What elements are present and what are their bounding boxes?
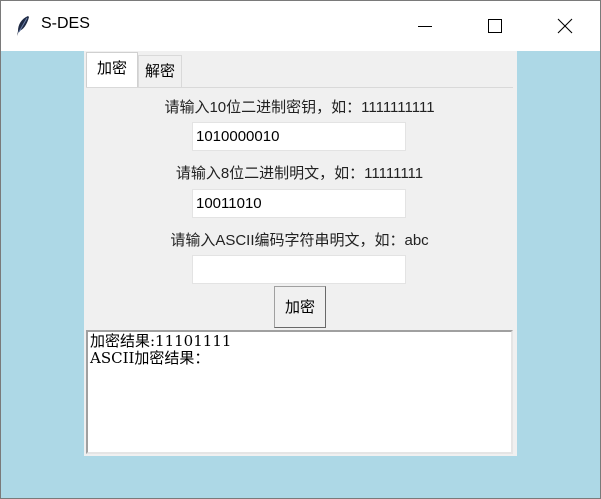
key-input[interactable]: 1010000010 xyxy=(192,122,406,151)
key-label: 请输入10位二进制密钥，如：1111111111 xyxy=(164,99,435,116)
window-title: S-DES xyxy=(41,15,90,32)
close-button[interactable] xyxy=(530,1,600,51)
plaintext-input[interactable]: 10011010 xyxy=(192,189,406,218)
result-line: 加密结果:11101111 xyxy=(90,332,232,350)
result-textbox[interactable]: 加密结果:11101111 ASCII加密结果： xyxy=(86,330,513,454)
tab-decrypt[interactable]: 解密 xyxy=(138,55,182,87)
maximize-icon xyxy=(488,19,502,33)
minimize-icon xyxy=(418,26,432,27)
title-bar[interactable]: S-DES xyxy=(1,1,600,51)
ascii-result-line: ASCII加密结果： xyxy=(90,349,210,367)
minimize-button[interactable] xyxy=(390,1,460,51)
ascii-input[interactable] xyxy=(192,255,406,284)
app-window: S-DES 解密 加密 请输入10位二进制密钥，如：1111111111 101… xyxy=(0,0,601,499)
encrypt-tab-content: 请输入10位二进制密钥，如：1111111111 1010000010 请输入8… xyxy=(86,87,513,328)
encrypt-button[interactable]: 加密 xyxy=(274,286,326,328)
maximize-button[interactable] xyxy=(460,1,530,51)
plaintext-label: 请输入8位二进制明文，如：11111111 xyxy=(175,165,424,182)
notebook: 解密 加密 请输入10位二进制密钥，如：1111111111 101000001… xyxy=(84,51,517,456)
tab-encrypt[interactable]: 加密 xyxy=(86,52,138,88)
ascii-label: 请输入ASCII编码字符串明文，如：abc xyxy=(170,232,429,249)
feather-icon xyxy=(15,15,31,37)
close-icon xyxy=(557,18,573,34)
